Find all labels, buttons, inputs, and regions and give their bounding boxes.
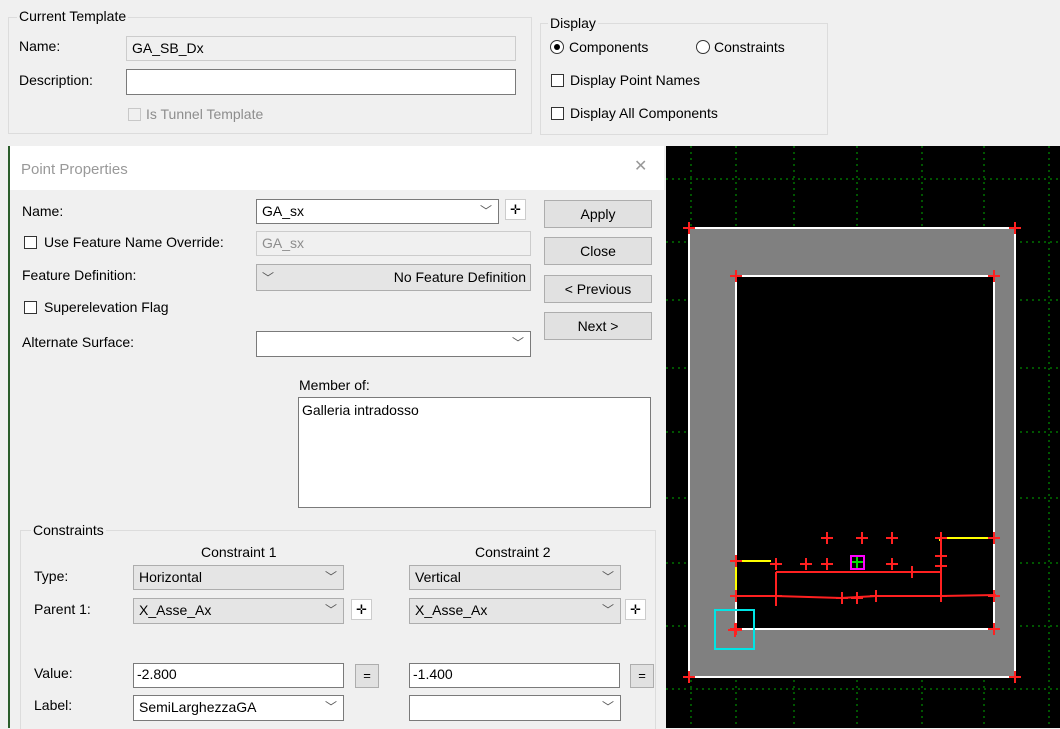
- superelevation-label: Superelevation Flag: [44, 299, 169, 315]
- feature-definition-combo[interactable]: ﹀ No Feature Definition: [256, 264, 531, 291]
- chevron-down-icon: ﹀: [601, 603, 614, 617]
- components-radio-label: Components: [569, 39, 649, 55]
- current-template-title: Current Template: [17, 8, 129, 24]
- constraint-2-parent-value: X_Asse_Ax: [415, 602, 488, 618]
- template-name-field[interactable]: GA_SB_Dx: [126, 36, 516, 61]
- chevron-down-icon: ﹀: [479, 204, 492, 218]
- feature-override-checkbox[interactable]: [24, 236, 37, 249]
- member-of-label: Member of:: [299, 377, 370, 393]
- components-radio[interactable]: [550, 40, 564, 54]
- constraint-1-type-combo[interactable]: Horizontal ﹀: [133, 565, 344, 590]
- constraint-1-title: Constraint 1: [201, 544, 277, 560]
- constraint-2-equals-button[interactable]: =: [630, 664, 654, 688]
- chevron-down-icon: ﹀: [601, 700, 614, 714]
- constraint-1-label-combo[interactable]: SemiLarghezzaGA ﹀: [133, 695, 344, 721]
- tunnel-template-checkbox[interactable]: [128, 108, 141, 121]
- constraint-2-type-value: Vertical: [415, 569, 461, 585]
- chevron-down-icon: ﹀: [601, 570, 614, 584]
- next-button[interactable]: Next >: [544, 312, 652, 340]
- point-name-label: Name:: [22, 203, 64, 219]
- chevron-down-icon: ﹀: [262, 271, 275, 285]
- constraint-2-title: Constraint 2: [475, 544, 551, 560]
- parent-label: Parent 1:: [34, 601, 91, 617]
- constraint-1-parent-combo[interactable]: X_Asse_Ax ﹀: [133, 598, 344, 624]
- display-point-names-label: Display Point Names: [570, 72, 700, 88]
- label-label: Label:: [34, 697, 73, 713]
- pick-point-icon[interactable]: ✛: [351, 599, 372, 620]
- close-icon[interactable]: ✕: [634, 158, 647, 176]
- display-all-components-checkbox[interactable]: [551, 107, 564, 120]
- member-of-list[interactable]: Galleria intradosso: [298, 397, 651, 508]
- constraint-1-type-value: Horizontal: [139, 569, 203, 585]
- display-point-names-checkbox[interactable]: [551, 74, 564, 87]
- feature-override-field[interactable]: GA_sx: [256, 231, 531, 256]
- template-view-canvas[interactable]: [666, 146, 1060, 728]
- close-button[interactable]: Close: [544, 237, 652, 265]
- value-label: Value:: [34, 665, 73, 681]
- chevron-down-icon: ﹀: [511, 336, 524, 350]
- superelevation-checkbox[interactable]: [24, 301, 37, 314]
- chevron-down-icon: ﹀: [324, 700, 337, 714]
- constraints-title: Constraints: [31, 522, 106, 538]
- inner-void: [735, 275, 995, 630]
- display-title: Display: [548, 15, 598, 31]
- apply-button[interactable]: Apply: [544, 200, 652, 228]
- chevron-down-icon: ﹀: [324, 570, 337, 584]
- pick-point-icon[interactable]: ✛: [505, 199, 526, 220]
- previous-button[interactable]: < Previous: [544, 275, 652, 303]
- template-description-label: Description:: [19, 72, 93, 88]
- constraint-2-value-field[interactable]: -1.400: [409, 663, 620, 688]
- pick-point-icon[interactable]: ✛: [625, 599, 646, 620]
- constraint-2-label-combo[interactable]: ﹀: [409, 695, 621, 721]
- constraint-1-label-value: SemiLarghezzaGA: [139, 699, 257, 715]
- constraint-1-parent-value: X_Asse_Ax: [139, 602, 212, 618]
- feature-definition-label: Feature Definition:: [22, 267, 137, 283]
- constraint-1-equals-button[interactable]: =: [355, 664, 379, 688]
- alternate-surface-label: Alternate Surface:: [22, 334, 135, 350]
- constraint-2-parent-combo[interactable]: X_Asse_Ax ﹀: [409, 598, 621, 624]
- feature-definition-value: No Feature Definition: [393, 269, 526, 285]
- constraints-radio-label: Constraints: [714, 39, 785, 55]
- feature-override-label: Use Feature Name Override:: [44, 234, 224, 250]
- constraint-2-type-combo[interactable]: Vertical ﹀: [409, 565, 621, 590]
- template-description-field[interactable]: [126, 69, 516, 95]
- constraints-radio[interactable]: [696, 40, 710, 54]
- constraint-1-value-field[interactable]: -2.800: [133, 663, 344, 688]
- display-all-components-label: Display All Components: [570, 105, 718, 121]
- point-name-combo[interactable]: GA_sx ﹀: [256, 199, 499, 224]
- dialog-title: Point Properties: [21, 161, 128, 178]
- list-item[interactable]: Galleria intradosso: [302, 401, 419, 419]
- type-label: Type:: [34, 568, 69, 584]
- chevron-down-icon: ﹀: [324, 603, 337, 617]
- template-name-label: Name:: [19, 38, 61, 54]
- tunnel-template-label: Is Tunnel Template: [146, 106, 264, 122]
- alternate-surface-combo[interactable]: ﹀: [256, 331, 531, 357]
- template-drawing[interactable]: [666, 146, 1060, 728]
- point-name-value: GA_sx: [262, 203, 305, 219]
